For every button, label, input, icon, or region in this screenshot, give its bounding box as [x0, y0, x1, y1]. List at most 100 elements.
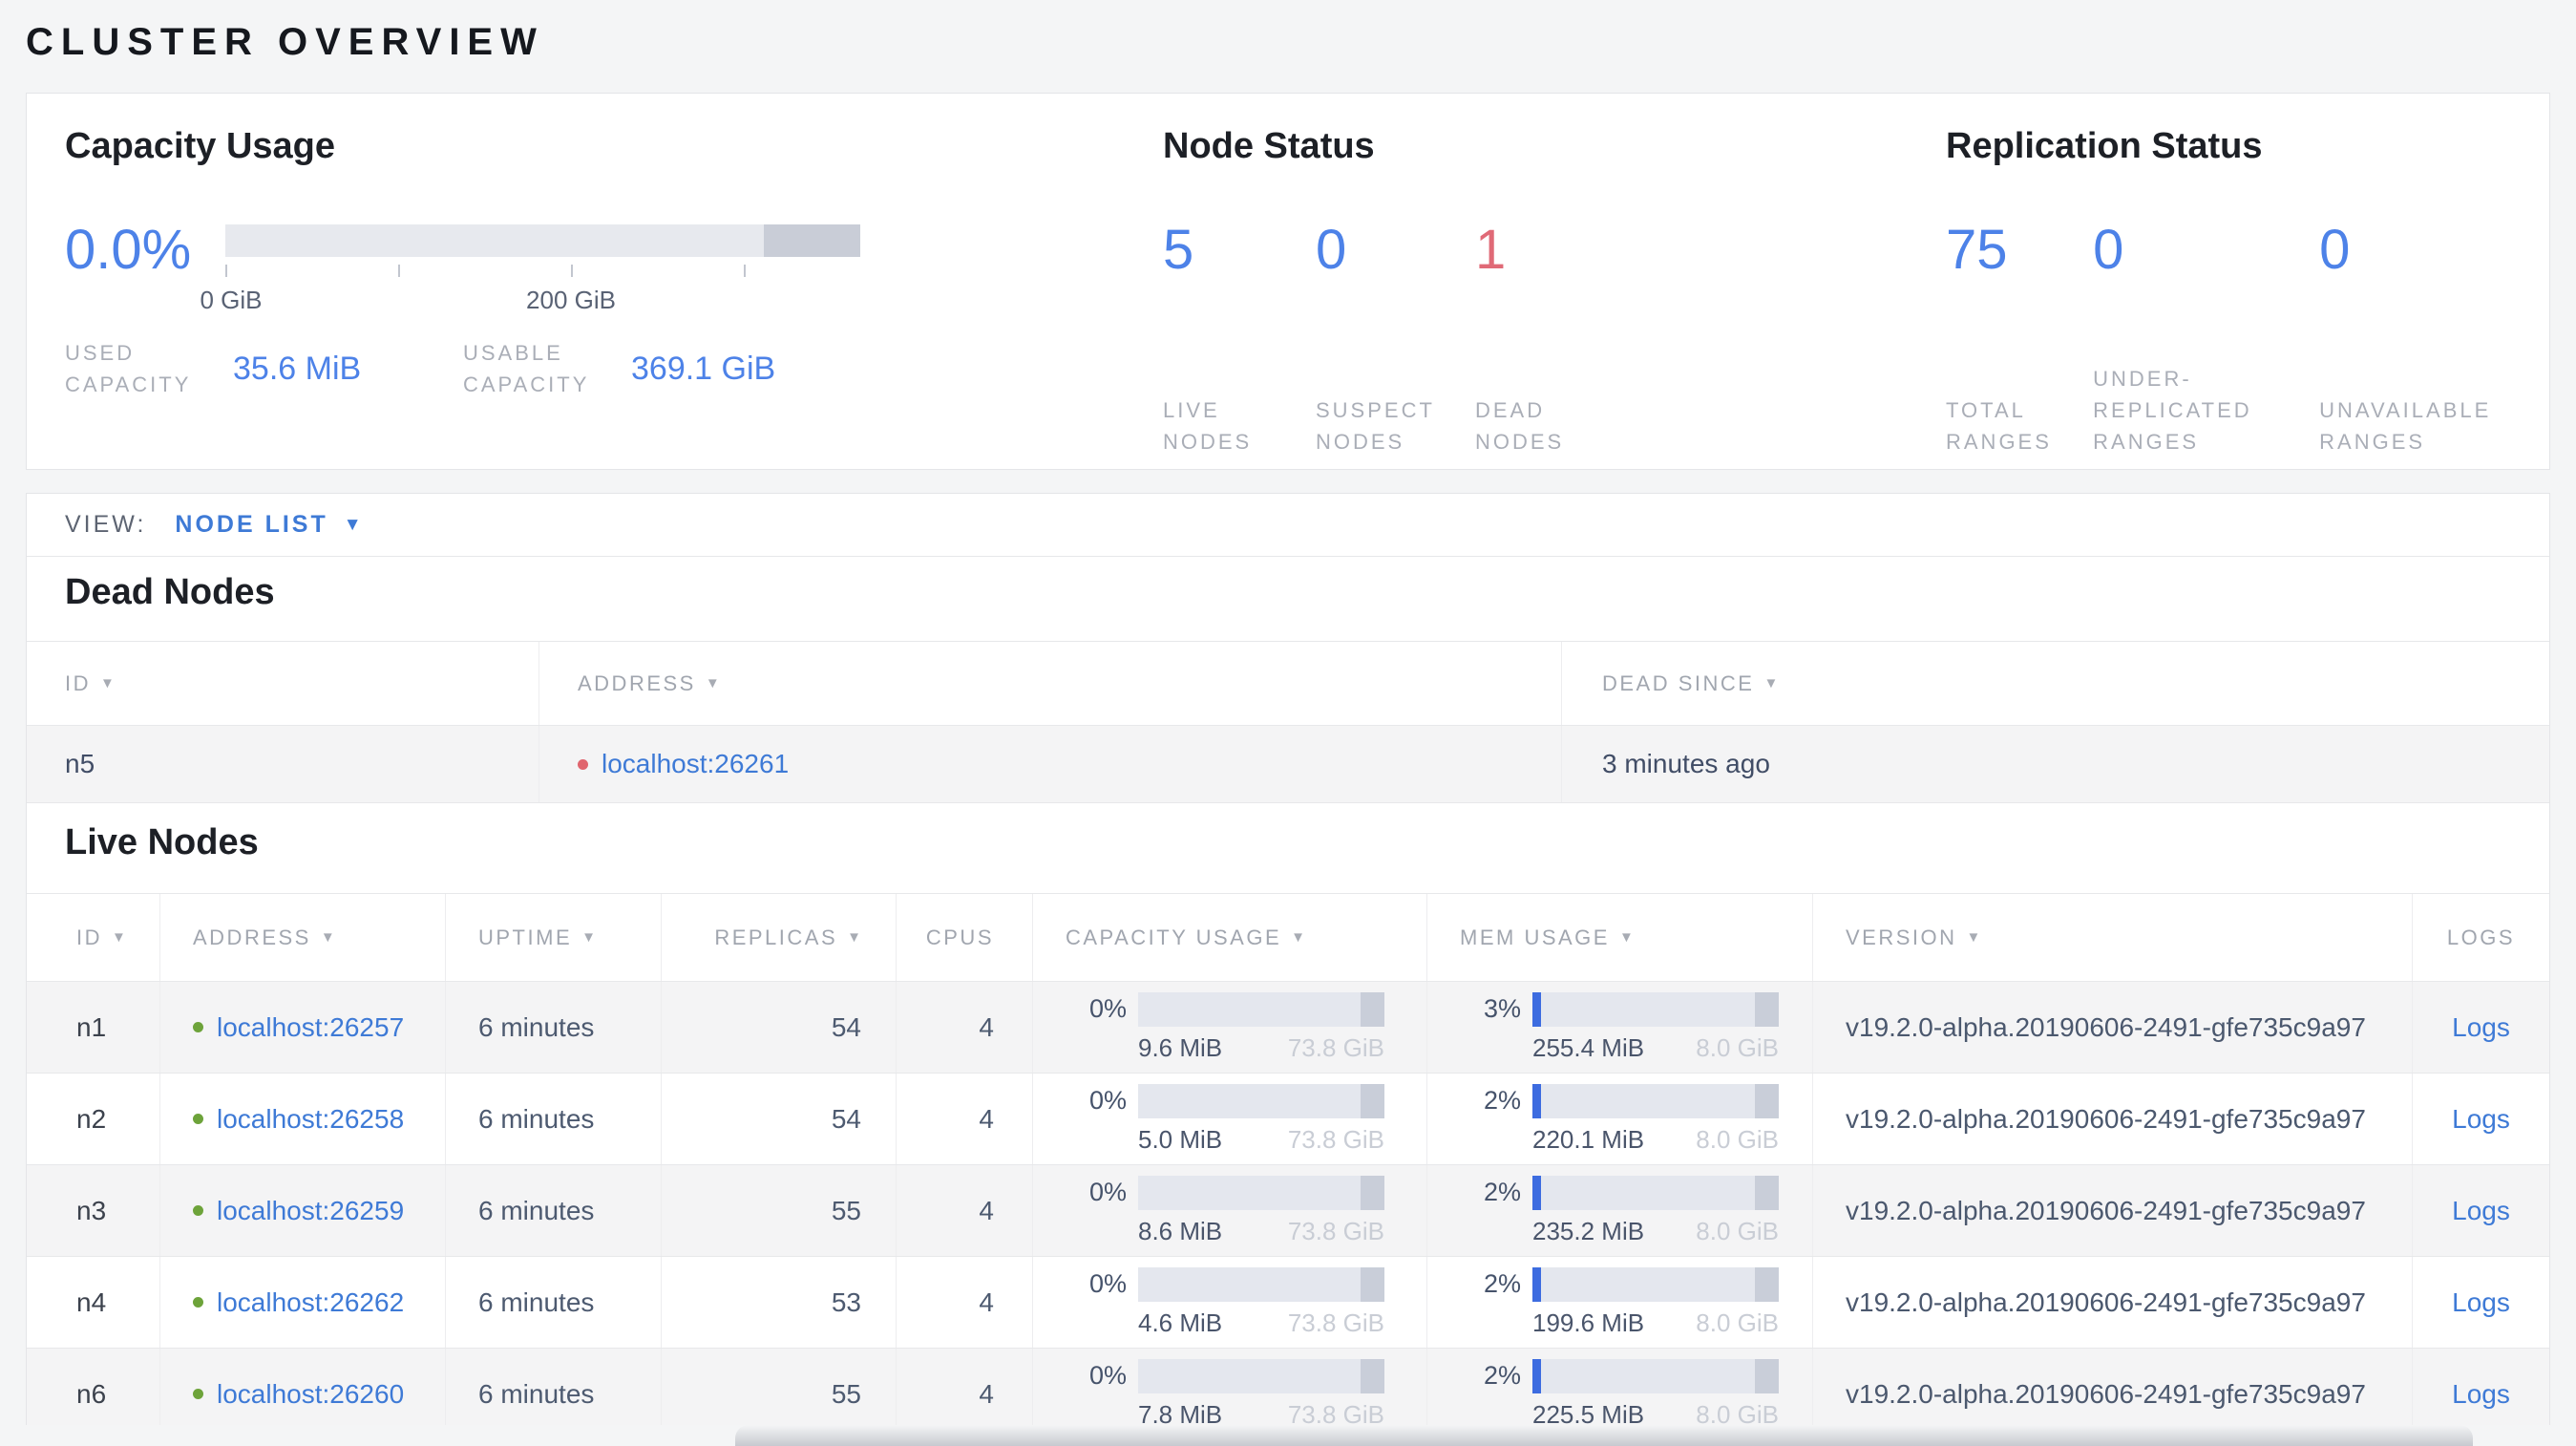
version-cell: v19.2.0-alpha.20190606-2491-gfe735c9a97 — [1813, 1257, 2413, 1348]
capacity-usage-cell: 0% 5.0 MiB 73.8 GiB — [1033, 1074, 1427, 1164]
sort-desc-icon[interactable]: ▼ — [1619, 929, 1634, 946]
node-address-link[interactable]: localhost:26257 — [217, 1012, 404, 1043]
live-status-dot-icon — [193, 1114, 203, 1124]
column-header-dead-since[interactable]: DEAD SINCE ▼ — [1562, 642, 2549, 725]
capacity-used-value: 8.6 MiB — [1138, 1216, 1223, 1245]
replicas-cell: 55 — [662, 1349, 897, 1425]
cpus-cell: 4 — [897, 1257, 1033, 1348]
mem-bar-fill — [1532, 1083, 1541, 1118]
chevron-down-icon[interactable]: ▼ — [344, 515, 365, 536]
uptime-cell: 6 minutes — [446, 1165, 662, 1256]
sort-desc-icon[interactable]: ▼ — [1763, 675, 1778, 691]
logs-link[interactable]: Logs — [2452, 1287, 2510, 1318]
node-id-cell: n5 — [27, 726, 539, 802]
column-header-address[interactable]: ADDRESS ▼ — [539, 642, 1562, 725]
mem-usage-cell: 3% 255.4 MiB 8.0 GiB — [1427, 982, 1813, 1073]
live-status-dot-icon — [193, 1022, 203, 1032]
view-selector[interactable]: NODE LIST — [175, 511, 327, 539]
mem-usage-cell: 2% 225.5 MiB 8.0 GiB — [1427, 1349, 1813, 1425]
capacity-total-value: 73.8 GiB — [1287, 1308, 1384, 1337]
node-address-link[interactable]: localhost:26258 — [217, 1104, 404, 1135]
axis-tick-label: 0 GiB — [200, 286, 263, 314]
logs-link[interactable]: Logs — [2452, 1379, 2510, 1410]
usable-capacity-value: 369.1 GiB — [631, 350, 776, 387]
under-replicated-ranges-count: 0 — [2093, 219, 2124, 281]
node-address-link[interactable]: localhost:26261 — [602, 749, 789, 779]
column-header-cpus[interactable]: CPUS — [897, 894, 1033, 981]
live-status-dot-icon — [193, 1205, 203, 1216]
capacity-gauge-used-segment — [763, 224, 860, 257]
column-header-uptime[interactable]: UPTIME ▼ — [446, 894, 662, 981]
replication-stats: 75 TOTAL RANGES 0 UNDER-REPLICATED RANGE… — [1946, 215, 2549, 457]
sort-desc-icon[interactable]: ▼ — [112, 929, 126, 946]
dead-nodes-table: ID ▼ ADDRESS ▼ DEAD SINCE ▼ n5 localhost… — [27, 641, 2549, 803]
view-label: VIEW: — [65, 511, 147, 538]
table-row: n3 localhost:26259 6 minutes 55 4 0% 8.6… — [27, 1165, 2549, 1257]
logs-link[interactable]: Logs — [2452, 1104, 2510, 1135]
column-header-version[interactable]: VERSION ▼ — [1813, 894, 2413, 981]
column-header-replicas[interactable]: REPLICAS ▼ — [662, 894, 897, 981]
capacity-bar-used-segment — [1361, 1266, 1384, 1302]
total-ranges-label: TOTAL RANGES — [1946, 398, 2052, 454]
mem-usage-cell: 2% 220.1 MiB 8.0 GiB — [1427, 1074, 1813, 1164]
mem-used-value: 235.2 MiB — [1532, 1216, 1645, 1245]
capacity-bar-used-segment — [1361, 1358, 1384, 1393]
logs-link[interactable]: Logs — [2452, 1012, 2510, 1043]
column-header-mem-usage[interactable]: MEM USAGE ▼ — [1427, 894, 1813, 981]
node-status-section: Node Status 5 LIVE NODES 0 SUSPECT NODES… — [1163, 126, 1946, 469]
table-row: n4 localhost:26262 6 minutes 53 4 0% 4.6… — [27, 1257, 2549, 1349]
column-header-address[interactable]: ADDRESS ▼ — [160, 894, 446, 981]
column-header-id[interactable]: ID ▼ — [27, 894, 160, 981]
mem-bar-fill — [1532, 1358, 1541, 1393]
sort-desc-icon[interactable]: ▼ — [1291, 929, 1305, 946]
node-address-link[interactable]: localhost:26260 — [217, 1379, 404, 1410]
capacity-bar — [1138, 1358, 1384, 1393]
capacity-used-value: 9.6 MiB — [1138, 1032, 1223, 1062]
node-address-link[interactable]: localhost:26259 — [217, 1196, 404, 1226]
live-nodes-table-header: ID ▼ ADDRESS ▼ UPTIME ▼ REPLICAS ▼ CPUS — [27, 893, 2549, 982]
sort-desc-icon[interactable]: ▼ — [100, 675, 115, 691]
sort-desc-icon[interactable]: ▼ — [706, 675, 720, 691]
mem-used-value: 255.4 MiB — [1532, 1032, 1645, 1062]
column-header-capacity-usage[interactable]: CAPACITY USAGE ▼ — [1033, 894, 1427, 981]
logs-cell: Logs — [2413, 1165, 2549, 1256]
live-status-dot-icon — [193, 1389, 203, 1399]
mem-percent: 2% — [1483, 1269, 1521, 1298]
table-row: n2 localhost:26258 6 minutes 54 4 0% 5.0… — [27, 1074, 2549, 1165]
capacity-bar-used-segment — [1361, 1083, 1384, 1118]
mem-percent: 3% — [1483, 994, 1521, 1023]
node-status-stats: 5 LIVE NODES 0 SUSPECT NODES 1 DEAD NODE… — [1163, 215, 1946, 457]
mem-bar — [1532, 991, 1779, 1027]
replicas-cell: 54 — [662, 1074, 897, 1164]
mem-percent: 2% — [1483, 1086, 1521, 1115]
dead-nodes-count: 1 — [1475, 219, 1507, 281]
live-status-dot-icon — [193, 1297, 203, 1308]
column-header-logs[interactable]: LOGS — [2413, 894, 2549, 981]
sort-desc-icon[interactable]: ▼ — [321, 929, 335, 946]
mem-percent: 2% — [1483, 1178, 1521, 1206]
sort-desc-icon[interactable]: ▼ — [847, 929, 861, 946]
mem-bar — [1532, 1175, 1779, 1210]
cpus-cell: 4 — [897, 1349, 1033, 1425]
uptime-cell: 6 minutes — [446, 1349, 662, 1425]
unavailable-ranges-label: UNAVAILABLE RANGES — [2319, 398, 2492, 454]
capacity-bar — [1138, 1083, 1384, 1118]
sort-desc-icon[interactable]: ▼ — [581, 929, 596, 946]
mem-used-value: 220.1 MiB — [1532, 1124, 1645, 1154]
bottom-scroll-shadow — [735, 1425, 2473, 1446]
node-id-cell: n2 — [27, 1074, 160, 1164]
node-address-link[interactable]: localhost:26262 — [217, 1287, 404, 1318]
mem-bar-used-segment — [1755, 1083, 1779, 1118]
cpus-cell: 4 — [897, 1074, 1033, 1164]
mem-used-value: 225.5 MiB — [1532, 1399, 1645, 1426]
mem-usage-cell: 2% 199.6 MiB 8.0 GiB — [1427, 1257, 1813, 1348]
total-ranges-count: 75 — [1946, 219, 2008, 281]
logs-link[interactable]: Logs — [2452, 1196, 2510, 1226]
replication-status-title: Replication Status — [1946, 126, 2263, 166]
column-header-id[interactable]: ID ▼ — [27, 642, 539, 725]
used-capacity-label: USED CAPACITY — [65, 341, 192, 396]
sort-desc-icon[interactable]: ▼ — [1967, 929, 1981, 946]
mem-bar-fill — [1532, 991, 1541, 1027]
mem-total-value: 8.0 GiB — [1696, 1308, 1779, 1337]
node-address-cell: localhost:26260 — [160, 1349, 446, 1425]
